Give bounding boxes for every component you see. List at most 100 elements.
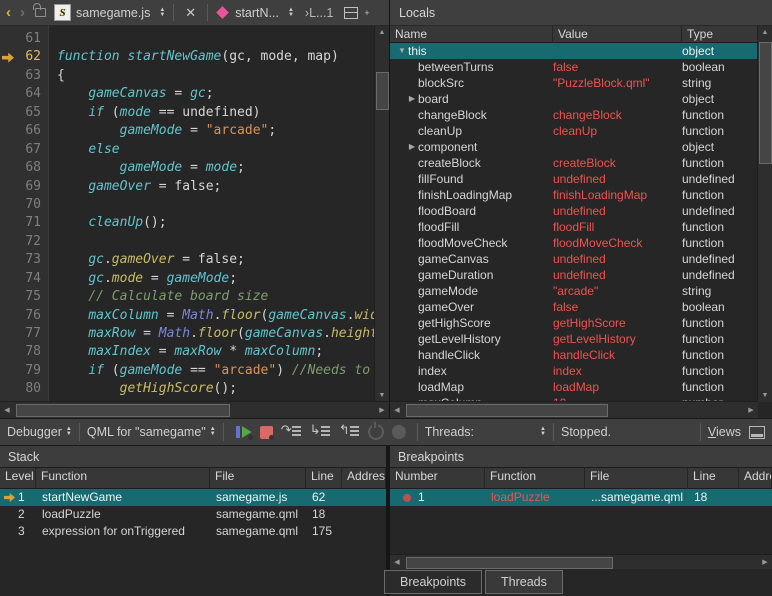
column-header[interactable]: File (585, 468, 688, 489)
locals-row[interactable]: fillFoundundefinedundefined (390, 171, 758, 187)
code-line[interactable]: 67 else (0, 141, 375, 159)
locals-header-row[interactable]: NameValueType (390, 26, 758, 43)
step-over-button[interactable]: ↷ (281, 424, 302, 440)
code-line[interactable]: 71 cleanUp(); (0, 214, 375, 232)
breakpoint-row[interactable]: 1loadPuzzle...samegame.qml18 (390, 489, 772, 506)
gutter-cell[interactable]: 79 (0, 362, 48, 380)
gutter-cell[interactable]: 73 (0, 251, 48, 269)
locals-row[interactable]: blockSrc"PuzzleBlock.qml"string (390, 75, 758, 91)
scrollbar-handle[interactable] (16, 404, 230, 417)
gutter-cell[interactable]: 75 (0, 288, 48, 306)
scrollbar-handle[interactable] (406, 557, 613, 569)
code-line[interactable]: 62function startNewGame(gc, mode, map) (0, 48, 375, 66)
debugger-engine-select[interactable]: Debugger (7, 425, 62, 439)
stop-button[interactable] (260, 426, 273, 439)
locals-row[interactable]: ▶boardobject (390, 91, 758, 107)
code-line[interactable]: 80 getHighScore(); (0, 380, 375, 398)
scroll-down-icon[interactable]: ▼ (758, 389, 772, 402)
record-button[interactable] (392, 425, 406, 439)
code-line[interactable]: 61 (0, 30, 375, 48)
debug-session-select[interactable]: QML for "samegame" (87, 425, 206, 439)
code-line[interactable]: 78 maxIndex = maxRow * maxColumn; (0, 343, 375, 361)
locals-row[interactable]: floodBoardundefinedundefined (390, 203, 758, 219)
gutter-cell[interactable]: 76 (0, 307, 48, 325)
gutter-cell[interactable]: 74 (0, 270, 48, 288)
scrollbar-handle[interactable] (376, 72, 389, 110)
collapse-icon[interactable]: ▼ (396, 43, 408, 59)
gutter-cell[interactable]: 69 (0, 178, 48, 196)
expand-icon[interactable]: ▶ (406, 139, 418, 155)
gutter-cell[interactable]: 62 (0, 48, 48, 66)
code-line[interactable]: 77 maxRow = Math.floor(gameCanvas.height (0, 325, 375, 343)
scrollbar-handle[interactable] (406, 404, 608, 417)
current-symbol-name[interactable]: startN... (235, 6, 279, 20)
threads-dropdown-icon[interactable]: ▲▼ (540, 427, 546, 437)
back-icon[interactable]: ‹ (4, 4, 13, 21)
column-header[interactable]: Address (739, 468, 772, 489)
locals-row[interactable]: gameCanvasundefinedundefined (390, 251, 758, 267)
gutter-cell[interactable]: 65 (0, 104, 48, 122)
column-header[interactable]: Function (36, 468, 210, 489)
locals-row[interactable]: changeBlockchangeBlockfunction (390, 107, 758, 123)
code-line[interactable]: 76 maxColumn = Math.floor(gameCanvas.wid… (0, 307, 375, 325)
gutter-cell[interactable]: 61 (0, 30, 48, 48)
code-line[interactable]: 70 (0, 196, 375, 214)
split-plus-icon[interactable]: + (364, 8, 369, 18)
locals-row[interactable]: betweenTurnsfalseboolean (390, 59, 758, 75)
stack-row[interactable]: 2loadPuzzlesamegame.qml18 (0, 506, 386, 523)
document-dropdown-icon[interactable]: ▲▼ (159, 8, 165, 18)
locals-row[interactable]: finishLoadingMapfinishLoadingMapfunction (390, 187, 758, 203)
close-document-icon[interactable]: ✕ (182, 5, 199, 21)
editor-vertical-scrollbar[interactable]: ▲ ▼ (374, 26, 389, 402)
column-header[interactable]: Address (342, 468, 386, 489)
locals-row[interactable]: ▶componentobject (390, 139, 758, 155)
locals-row[interactable]: gameMode"arcade"string (390, 283, 758, 299)
locals-row[interactable]: indexindexfunction (390, 363, 758, 379)
code-line[interactable]: 66 gameMode = "arcade"; (0, 122, 375, 140)
gutter-cell[interactable]: 77 (0, 325, 48, 343)
scroll-right-icon[interactable]: ▶ (758, 555, 772, 568)
gutter-cell[interactable]: 72 (0, 233, 48, 251)
scrollbar-handle[interactable] (759, 42, 772, 164)
code-line[interactable]: 72 (0, 233, 375, 251)
split-editor-icon[interactable] (344, 7, 358, 19)
code-line[interactable]: 65 if (mode == undefined) (0, 104, 375, 122)
code-line[interactable]: 74 gc.mode = gameMode; (0, 270, 375, 288)
stack-row[interactable]: 1startNewGamesamegame.js62 (0, 489, 386, 506)
code-line[interactable]: 64 gameCanvas = gc; (0, 85, 375, 103)
column-header[interactable]: Name (390, 26, 553, 43)
gutter-cell[interactable]: 68 (0, 159, 48, 177)
step-out-button[interactable]: ↰ (339, 424, 360, 440)
step-into-button[interactable]: ↳ (310, 424, 331, 440)
restart-button[interactable] (368, 424, 384, 440)
engine-dropdown-icon[interactable]: ▲▼ (66, 427, 72, 437)
tab-breakpoints[interactable]: Breakpoints (384, 570, 482, 594)
code-line[interactable]: 63{ (0, 67, 375, 85)
stack-header-row[interactable]: LevelFunctionFileLineAddress (0, 468, 386, 489)
gutter-cell[interactable]: 78 (0, 343, 48, 361)
views-button-label[interactable]: Views (708, 425, 741, 439)
column-header[interactable]: Function (485, 468, 585, 489)
breakpoints-header-row[interactable]: NumberFunctionFileLineAddress (390, 468, 772, 489)
scroll-up-icon[interactable]: ▲ (375, 26, 389, 39)
locals-row[interactable]: gameOverfalseboolean (390, 299, 758, 315)
locals-row[interactable]: floodMoveCheckfloodMoveCheckfunction (390, 235, 758, 251)
column-header[interactable]: Type (682, 26, 758, 43)
code-line[interactable]: 73 gc.gameOver = false; (0, 251, 375, 269)
gutter-cell[interactable]: 64 (0, 85, 48, 103)
code-line[interactable]: 69 gameOver = false; (0, 178, 375, 196)
code-line[interactable]: 68 gameMode = mode; (0, 159, 375, 177)
gutter-cell[interactable]: 67 (0, 141, 48, 159)
symbol-dropdown-icon[interactable]: ▲▼ (288, 8, 294, 18)
code-editor[interactable]: 6162function startNewGame(gc, mode, map)… (0, 26, 389, 418)
locals-row[interactable]: gameDurationundefinedundefined (390, 267, 758, 283)
expand-icon[interactable]: ▶ (406, 91, 418, 107)
locals-row[interactable]: loadMaploadMapfunction (390, 379, 758, 395)
scroll-left-icon[interactable]: ◀ (0, 403, 14, 416)
views-window-icon[interactable] (749, 426, 765, 439)
gutter-cell[interactable]: 71 (0, 214, 48, 232)
scroll-right-icon[interactable]: ▶ (744, 403, 758, 416)
gutter-cell[interactable]: 70 (0, 196, 48, 214)
code-line[interactable]: 79 if (gameMode == "arcade") //Needs to (0, 362, 375, 380)
locals-row[interactable]: floodFillfloodFillfunction (390, 219, 758, 235)
